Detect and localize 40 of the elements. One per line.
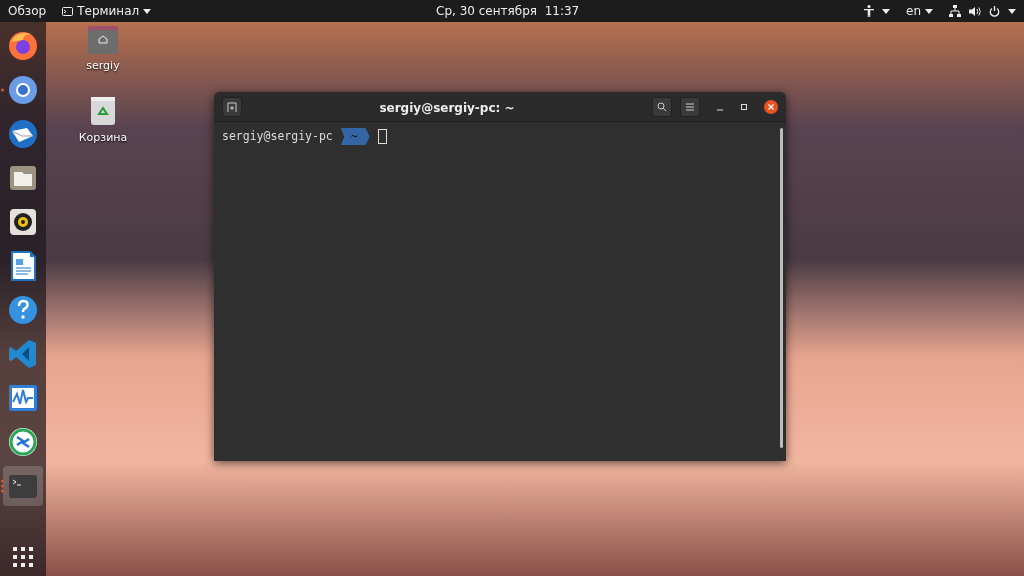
network-icon [949, 5, 961, 17]
scrollbar[interactable] [780, 128, 783, 448]
chromium-icon [7, 74, 39, 106]
running-indicator [1, 88, 4, 92]
question-mark-icon [7, 294, 39, 326]
desktop-icon-label[interactable]: Корзина [78, 130, 128, 147]
desktop-icon-label[interactable]: sergiy [86, 58, 120, 75]
prompt-user: sergiy@sergiy-pc [222, 128, 333, 145]
text-cursor [377, 129, 387, 145]
running-indicator [1, 479, 4, 493]
new-tab-button[interactable] [222, 96, 242, 117]
new-tab-icon [227, 101, 237, 112]
menu-icon [685, 102, 695, 111]
system-monitor-icon [7, 382, 39, 414]
clock[interactable]: Ср, 30 сентября 11:37 [428, 0, 588, 22]
close-button[interactable] [764, 99, 778, 114]
speaker-icon [969, 5, 981, 17]
activities-button[interactable]: Обзор [0, 0, 55, 22]
search-icon [657, 101, 667, 112]
firefox-icon [7, 30, 39, 62]
prompt-directory: ~ [340, 128, 370, 146]
show-apps-button[interactable] [13, 544, 33, 568]
caret-icon [1008, 8, 1016, 14]
speaker-icon [7, 206, 39, 238]
maximize-button[interactable] [740, 102, 748, 111]
power-icon [989, 5, 1000, 17]
caret-icon [925, 8, 933, 14]
language-menu[interactable]: en [898, 0, 941, 22]
home-folder-icon [87, 26, 119, 54]
app-menu[interactable]: Терминал [54, 0, 160, 22]
window-title: sergiy@sergiy-pc: ~ [379, 100, 515, 115]
menu-button[interactable] [680, 96, 700, 117]
trash-icon [90, 96, 116, 126]
accessibility-icon [864, 5, 874, 17]
code-editor-icon [7, 338, 39, 370]
caret-icon [882, 8, 890, 14]
mail-icon [7, 118, 39, 150]
search-button[interactable] [652, 96, 672, 117]
caret-icon [143, 8, 152, 14]
terminal-icon [62, 6, 74, 16]
